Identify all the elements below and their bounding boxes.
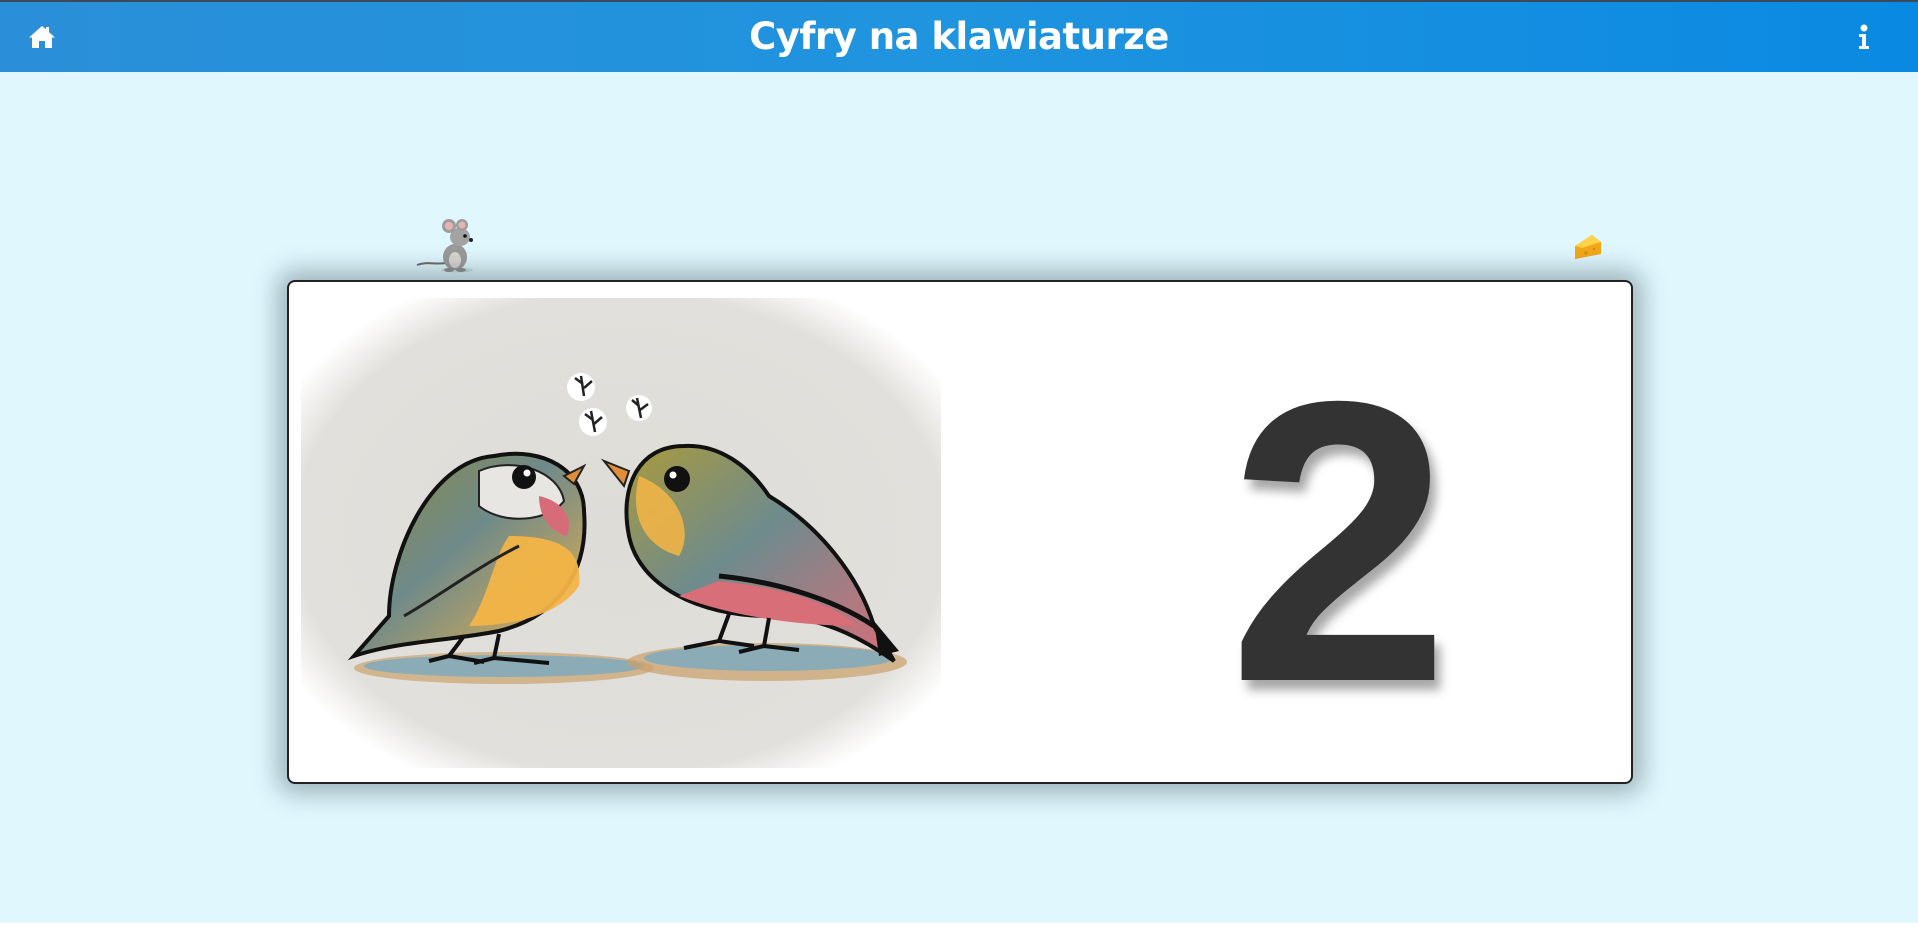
digit-display: 2 xyxy=(1227,318,1451,765)
top-bar: Cyfry na klawiaturze xyxy=(0,0,1918,72)
exercise-card: 2 xyxy=(287,280,1633,784)
mouse-icon xyxy=(416,219,473,273)
page-title: Cyfry na klawiaturze xyxy=(749,15,1169,58)
info-icon xyxy=(1859,24,1869,49)
info-button[interactable] xyxy=(1846,19,1882,55)
app-screen: Cyfry na klawiaturze 2 xyxy=(0,0,1918,923)
cheese-icon xyxy=(1575,235,1601,259)
two-birds-illustration xyxy=(301,298,941,768)
